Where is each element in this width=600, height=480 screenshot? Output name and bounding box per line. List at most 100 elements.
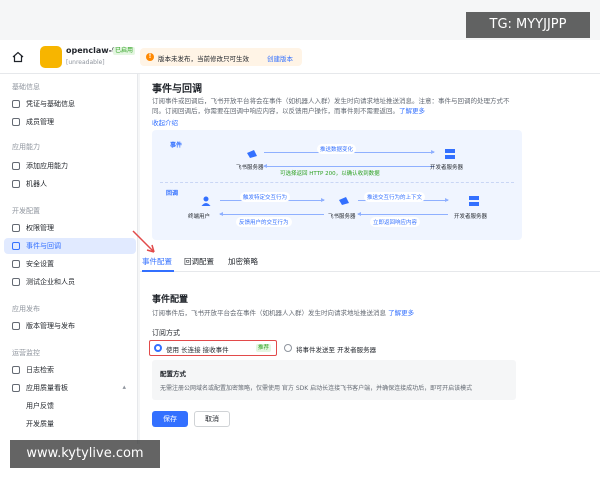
push-data-pill: 推送数据变化 (317, 144, 357, 154)
log-icon (12, 366, 20, 374)
release-icon (12, 322, 20, 330)
home-icon[interactable] (12, 51, 24, 63)
top-header: openclaw-test 已启用 [unreadable] ! 版本未发布，当… (0, 40, 600, 74)
dev-server-label: 开发者服务器 (454, 214, 488, 220)
event-callback-diagram: 事件 飞书服务器 推送数据变化 可选择返回 HTTP 200，以确认收到数据 开… (152, 130, 522, 240)
sidebar-item-label: 安全设置 (26, 260, 54, 268)
chevron-up-icon: ▴ (122, 383, 126, 391)
sidebar-item-label: 成员管理 (26, 118, 54, 126)
sidebar-item-security[interactable]: 安全设置 (4, 256, 136, 272)
tab-callback-config[interactable]: 回调配置 (184, 256, 214, 267)
recommended-badge: 推荐 (256, 344, 272, 352)
active-tab-indicator (142, 270, 174, 272)
response-arrow (357, 212, 448, 216)
sidebar-item-permissions[interactable]: 权限管理 (4, 220, 136, 236)
dev-server-option-label[interactable]: 将事件发送至 开发者服务器 (296, 344, 376, 354)
description-line-1: 订阅事件或回调后，飞书开放平台将会在事件（如机器人入群）发生时向请求地址推送消息… (152, 97, 510, 105)
feishu-server-label: 飞书服务器 (236, 165, 264, 171)
http-200-note: 可选择返回 HTTP 200，以确认收到数据 (280, 171, 380, 177)
sidebar-item-label: 机器人 (26, 180, 47, 188)
page-description: 订阅事件或回调后，飞书开放平台将会在事件（如机器人入群）发生时向请求地址推送消息… (152, 96, 532, 116)
context-pill: 推送交互行为的上下文 (364, 192, 426, 202)
config-mode-panel: 配置方式 无需注册公网域名或配置加密策略，仅需使用 官方 SDK 启动长连接飞书… (152, 360, 516, 400)
dev-server-radio[interactable] (284, 344, 292, 352)
sidebar-item-label: 事件与回调 (26, 242, 61, 250)
version-notice: ! 版本未发布，当前修改只可生效 创建版本 (140, 48, 302, 66)
sidebar-item-logs[interactable]: 日志检索 (4, 362, 136, 378)
description-line-2: 同。订阅回调后，你需要在回调中响应内容，以反馈用户操作，而事件则不需要返回。 (152, 107, 399, 115)
sidebar-section-title: 应用发布 (12, 305, 40, 313)
app-status-badge: 已启用 (113, 47, 136, 55)
feishu-server-label: 飞书服务器 (328, 214, 356, 220)
sidebar-item-test-org[interactable]: 测试企业和人员 (4, 274, 136, 290)
sidebar-section-title: 开发配置 (12, 207, 40, 215)
collapse-intro-link[interactable]: 收起介绍 (152, 117, 178, 127)
main-content: 事件与回调 订阅事件或回调后，飞书开放平台将会在事件（如机器人入群）发生时向请求… (140, 74, 600, 444)
sidebar-item-quality-dashboard[interactable]: 应用质量看板 ▴ (4, 380, 136, 396)
config-mode-description: 无需注册公网域名或配置加密策略，仅需使用 官方 SDK 启动长连接飞书客户端，并… (160, 385, 473, 392)
server-icon (445, 149, 455, 159)
event-row-label: 事件 (170, 142, 183, 149)
user-icon (201, 196, 211, 206)
response-pill: 立即返回响应内容 (370, 217, 421, 227)
app-window: openclaw-test 已启用 [unreadable] ! 版本未发布，当… (0, 0, 600, 480)
sidebar-subitem-feedback[interactable]: 用户反馈 (4, 398, 136, 414)
create-version-link[interactable]: 创建版本 (267, 53, 293, 63)
sidebar-item-add-capability[interactable]: 添加应用能力 (4, 158, 136, 174)
learn-more-link[interactable]: 了解更多 (399, 107, 425, 115)
server-icon (469, 196, 479, 206)
long-connection-radio[interactable] (154, 344, 162, 352)
feedback-arrow (219, 212, 324, 216)
feishu-logo-icon (339, 197, 349, 205)
sidebar-item-members[interactable]: 成员管理 (4, 114, 136, 130)
grid-icon (12, 162, 20, 170)
sidebar-section-title: 基础信息 (12, 83, 40, 91)
feedback-pill: 反馈用户的交互行为 (236, 217, 292, 227)
sidebar-item-label: 开发质量 (26, 420, 54, 428)
sidebar-item-label: 测试企业和人员 (26, 278, 75, 286)
test-icon (12, 278, 20, 286)
bot-icon (12, 180, 20, 188)
event-config-desc-text: 订阅事件后，飞书开放平台会在事件（如机器人入群）发生时向请求地址推送消息 (152, 309, 386, 317)
event-config-title: 事件配置 (152, 295, 189, 305)
sidebar-item-label: 权限管理 (26, 224, 54, 232)
sidebar-item-label: 日志检索 (26, 366, 54, 374)
sidebar-item-label: 版本管理与发布 (26, 322, 75, 330)
config-tabs: 事件配置 回调配置 加密策略 (140, 252, 600, 272)
event-icon (12, 242, 20, 250)
sidebar-item-credentials[interactable]: 凭证与基础信息 (4, 96, 136, 112)
sidebar: 基础信息 凭证与基础信息 成员管理 应用能力 添加应用能力 机器人 开发配置 权… (0, 74, 138, 444)
sidebar-item-label: 凭证与基础信息 (26, 100, 75, 108)
dev-server-label: 开发者服务器 (430, 165, 464, 171)
event-config-description: 订阅事件后，飞书开放平台会在事件（如机器人入群）发生时向请求地址推送消息 了解更… (152, 307, 414, 317)
save-button[interactable]: 保存 (152, 411, 188, 427)
sidebar-item-events[interactable]: 事件与回调 (4, 238, 136, 254)
learn-more-link[interactable]: 了解更多 (388, 309, 414, 317)
warning-icon: ! (146, 53, 154, 61)
tab-encryption[interactable]: 加密策略 (228, 256, 258, 267)
ack-arrow (263, 164, 434, 168)
sidebar-section-title: 运营监控 (12, 349, 40, 357)
config-mode-title: 配置方式 (160, 370, 186, 378)
user-icon (12, 118, 20, 126)
watermark-top: TG: MYYJJPP (466, 12, 590, 38)
subscribe-method-label: 订阅方式 (152, 329, 180, 337)
cancel-button[interactable]: 取消 (194, 411, 230, 427)
chart-icon (12, 384, 20, 392)
page-title: 事件与回调 (152, 84, 202, 95)
sidebar-item-bot[interactable]: 机器人 (4, 176, 136, 192)
annotation-arrow-icon (132, 230, 155, 253)
shield-icon (12, 260, 20, 268)
callback-row-label: 回调 (166, 190, 179, 197)
sidebar-item-release[interactable]: 版本管理与发布 (4, 318, 136, 334)
long-connection-option-label[interactable]: 使用 长连接 接收事件 (166, 344, 229, 354)
trigger-pill: 触发特定交互行为 (240, 192, 291, 202)
key-icon (12, 100, 20, 108)
sidebar-item-label: 用户反馈 (26, 402, 54, 410)
watermark-bottom: www.kytylive.com (10, 440, 160, 468)
app-logo (40, 46, 62, 68)
sidebar-item-label: 应用质量看板 (26, 384, 68, 392)
app-subtitle: [unreadable] (66, 59, 105, 66)
sidebar-subitem-dev-quality[interactable]: 开发质量 (4, 416, 136, 432)
end-user-label: 终端用户 (188, 214, 211, 220)
